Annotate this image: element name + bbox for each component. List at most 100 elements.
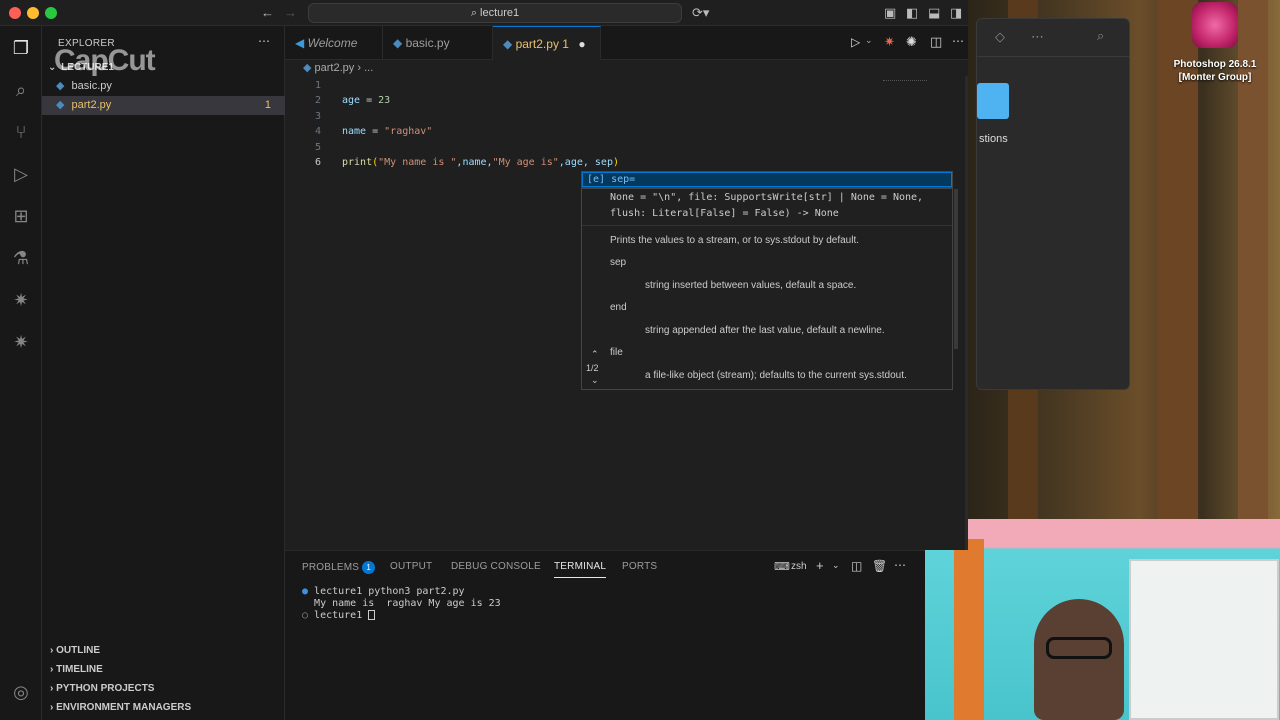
extension-star-icon[interactable]: ✷ [9,288,33,312]
toggle-secondary-sidebar-icon[interactable]: ◨ [950,5,962,21]
extensions-icon[interactable]: ⊞ [9,204,33,228]
popup-scrollbar[interactable] [954,189,958,349]
suggestion-item-sep[interactable]: [e] sep= [582,172,952,187]
param-name: file [610,347,623,358]
code-token: = [366,126,385,137]
search-icon[interactable]: ⌕ [1097,28,1104,44]
python-icon: ◆ [393,36,403,50]
split-terminal-icon[interactable]: ◫ [851,559,862,573]
section-label: PYTHON PROJECTS [56,683,155,694]
explorer-icon[interactable]: ❐ [9,36,33,60]
forward-arrow-icon[interactable]: → [284,5,297,20]
section-outline[interactable]: › OUTLINE [42,641,285,660]
breadcrumb-symbol[interactable]: ... [364,62,373,74]
suggestion-list[interactable]: [e] sep= [581,171,953,188]
chevron-up-icon[interactable]: ⌃ [591,349,599,360]
tab-output[interactable]: OUTPUT [390,561,432,572]
file-label: basic.py [71,80,112,92]
add-terminal-icon[interactable]: + [816,558,824,573]
line-number: 1 [314,80,321,91]
modified-dot-icon[interactable]: ● [578,37,585,51]
toggle-sidebar-icon[interactable]: ◧ [906,5,918,21]
close-window-button[interactable] [9,7,21,19]
source-control-icon[interactable]: ⑂ [9,120,33,144]
suggestion-label: sep= [611,174,636,185]
minimap[interactable] [883,80,927,90]
toggle-panel-icon[interactable]: ⬓ [928,5,940,21]
param-description: string appended after the last value, de… [645,325,885,336]
code-token: "raghav" [384,126,433,137]
chevron-down-icon[interactable]: ⌄ [832,560,840,571]
line-number: 3 [314,111,321,122]
signature-description: Prints the values to a stream, or to sys… [610,235,860,246]
more-actions-icon[interactable]: ⋯ [258,34,270,48]
minimize-window-button[interactable] [27,7,39,19]
terminal-text: lecture1 [314,610,369,621]
tab-debug-console[interactable]: DEBUG CONSOLE [451,561,541,572]
activity-bar: ❐ ⌕ ⑂ ▷ ⊞ ⚗ ✷ ✷ ◎ [0,26,42,720]
trash-icon[interactable]: 🗑 [872,559,887,573]
openai-icon[interactable]: ✺ [906,34,917,50]
tab-basic[interactable]: ◆ basic.py [383,26,493,60]
sidebar: EXPLORER ⋯ ⌄ LECTURE1 ◆ basic.py ◆ part2… [42,26,285,720]
run-icon[interactable]: ▷ [851,35,860,49]
search-icon[interactable]: ⌕ [9,78,33,102]
prompt-dot-icon: ● [302,586,315,597]
chevron-down-icon[interactable]: ⌄ [865,35,873,46]
photoshop-icon[interactable] [1192,2,1238,48]
terminal-text: My name is raghav My age is 23 [314,598,501,609]
more-icon[interactable]: ⋯ [1031,29,1044,45]
terminal-icon: ⌨ [774,561,790,573]
code-token: age [342,95,361,106]
prompt-dot-icon: ○ [302,610,315,621]
tab-problems[interactable]: PROBLEMS 1 [302,561,376,574]
shell-label[interactable]: zsh [791,561,807,572]
tab-terminal[interactable]: TERMINAL [554,561,607,578]
chevron-right-icon: › [50,664,54,675]
chevron-down-icon[interactable]: ⌄ [591,375,599,386]
breadcrumb-file[interactable]: part2.py [315,62,355,74]
curtain [954,539,984,720]
code-token: 23 [378,95,391,106]
capcut-watermark: CapCut [54,44,156,77]
tag-icon[interactable]: ◇ [995,29,1005,45]
terminal-line[interactable]: ○ lecture1 [302,610,376,621]
finder-window[interactable]: ◇ ⋯ ⌕ stions [976,18,1130,390]
command-center-search[interactable]: ⌕ lecture1 [308,3,682,23]
problem-count: 1 [264,99,271,111]
vertical-scrollbar[interactable] [965,76,968,550]
line-number: 4 [314,126,321,137]
code-token: ,age, sep [558,157,613,168]
testing-icon[interactable]: ⚗ [9,246,33,270]
terminal-line: ● My name is raghav My age is 23 [302,598,501,609]
more-actions-icon[interactable]: ⋯ [952,34,964,48]
copilot-icon[interactable]: ⟳▾ [692,5,709,21]
tab-part2[interactable]: ◆ part2.py 1 ● [493,26,601,60]
account-icon[interactable]: ◎ [9,680,33,704]
search-icon: ⌕ [470,7,481,19]
code-line-6: print("My name is ",name,"My age is",age… [342,157,619,168]
tab-welcome[interactable]: ◀ Welcome [285,26,383,60]
customize-layout-icon[interactable]: ▣ [884,5,896,21]
tab-ports[interactable]: PORTS [622,561,657,572]
editor-tabs: ◀ Welcome ◆ basic.py ◆ part2.py 1 ● ▷ ⌄ … [285,26,968,60]
extension-star-icon[interactable]: ✷ [9,330,33,354]
run-debug-icon[interactable]: ▷ [9,162,33,186]
finder-item-label: stions [979,133,1008,145]
file-row-part2[interactable]: ◆ part2.py 1 [42,96,285,115]
param-name: sep [610,257,627,268]
extension-star-icon[interactable]: ✷ [884,34,895,50]
photoshop-label-line2: [Monter Group] [1178,72,1252,83]
section-python-projects[interactable]: › PYTHON PROJECTS [42,679,285,698]
more-actions-icon[interactable]: ⋯ [894,558,906,572]
line-number: 5 [314,142,321,153]
back-arrow-icon[interactable]: ← [261,5,274,20]
folder-icon[interactable] [977,83,1009,119]
section-environment-managers[interactable]: › ENVIRONMENT MANAGERS [42,698,285,717]
section-timeline[interactable]: › TIMELINE [42,660,285,679]
file-row-basic[interactable]: ◆ basic.py [42,77,285,96]
maximize-window-button[interactable] [45,7,57,19]
split-editor-icon[interactable]: ◫ [930,34,942,50]
title-bar: ← → ⌕ lecture1 ⟳▾ ▣ ◧ ⬓ ◨ [0,0,968,26]
param-description: string inserted between values, default … [645,280,857,291]
